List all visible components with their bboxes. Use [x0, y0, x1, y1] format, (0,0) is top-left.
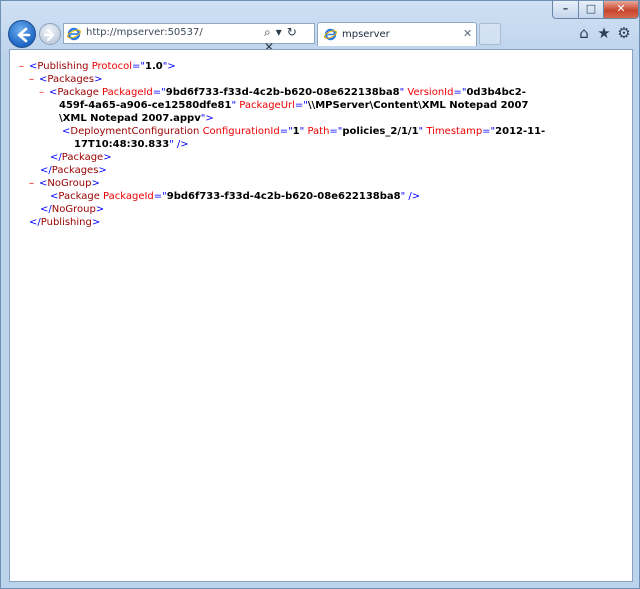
gear-icon[interactable]: ⚙ [614, 24, 634, 42]
close-tab-icon[interactable]: ✕ [463, 27, 472, 40]
minimize-icon: – [562, 2, 569, 15]
xml-line-nogroup-close: </NoGroup> [40, 204, 105, 215]
address-bar[interactable]: http://mpserver:50537/ ⌕ ▾ ↻✕ [63, 23, 315, 54]
xml-line-deployment-config: <DeploymentConfiguration ConfigurationId… [62, 126, 546, 137]
favorites-icon[interactable]: ★ [594, 24, 614, 42]
xml-line-package-cont-2: \XML Notepad 2007.appv"> [59, 113, 214, 124]
refresh-icon[interactable]: ↻ [287, 25, 297, 39]
minimize-button[interactable]: – [552, 1, 579, 19]
xml-line-package-close: </Package> [50, 152, 112, 163]
ie-tab-icon [324, 28, 337, 41]
xml-line-deployment-config-cont: 17T10:48:30.833" /> [74, 139, 189, 150]
xml-line-nogroup: – <NoGroup> [29, 177, 100, 190]
xml-line-publishing: – <Publishing Protocol="1.0"> [19, 60, 176, 73]
chevron-down-icon[interactable]: ▾ [276, 25, 282, 39]
collapse-toggle[interactable]: – [39, 86, 49, 99]
tab-mpserver[interactable]: mpserver ✕ [317, 22, 477, 46]
close-window-button[interactable]: ✕ [603, 1, 639, 19]
ie-logo-icon [67, 27, 81, 41]
collapse-toggle[interactable]: – [29, 73, 39, 86]
back-button[interactable] [8, 20, 36, 48]
collapse-toggle[interactable]: – [29, 177, 39, 190]
search-icon[interactable]: ⌕ [264, 25, 271, 40]
xml-line-packages: – <Packages> [29, 73, 103, 86]
tab-title: mpserver [342, 29, 390, 40]
collapse-toggle[interactable]: – [19, 60, 29, 73]
browser-window: – □ ✕ http://mpserver:50537/ ⌕ ▾ ↻ ✕ mpserv… [0, 0, 640, 589]
maximize-icon: □ [585, 2, 597, 15]
page-content: – <Publishing Protocol="1.0"> – <Packages>… [9, 49, 633, 582]
forward-button[interactable] [39, 23, 61, 45]
new-tab-button[interactable] [479, 23, 501, 45]
close-icon: ✕ [616, 2, 626, 15]
forward-arrow-icon [43, 28, 55, 42]
xml-line-package: – <Package PackageId="9bd6f733-f33d-4c2b-… [39, 86, 526, 99]
xml-line-package-cont-1: 459f-4a65-a906-ce12580dfe81" PackageUrl=… [59, 100, 529, 111]
home-icon[interactable]: ⌂ [574, 24, 594, 42]
back-arrow-icon [17, 27, 31, 43]
xml-line-publishing-close: </Publishing> [29, 217, 101, 228]
url-text[interactable]: http://mpserver:50537/ [86, 27, 203, 38]
maximize-button[interactable]: □ [578, 1, 604, 19]
xml-line-nogroup-package: <Package PackageId="9bd6f733-f33d-4c2b-b… [50, 191, 421, 202]
xml-line-packages-close: </Packages> [40, 165, 107, 176]
